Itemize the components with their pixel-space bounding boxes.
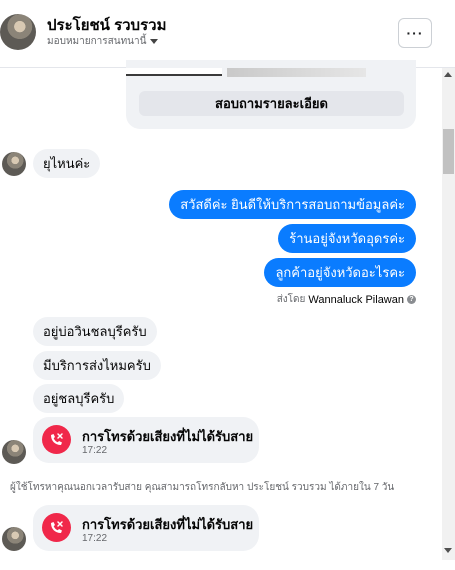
outgoing-message: ลูกค้าอยู่จังหวัดอะไรคะ [264,258,416,287]
missed-call-title: การโทรด้วยเสียงที่ไม่ได้รับสาย [82,517,254,532]
sender-name: Wannaluck Pilawan [308,293,404,306]
chevron-down-icon [150,39,159,44]
incoming-message: อยู่ชลบุรีครับ [33,384,125,413]
contact-avatar[interactable] [0,14,36,50]
sent-by-prefix: ส่งโดย [276,294,306,305]
outgoing-message: ร้านอยู่จังหวัดอุดรค่ะ [278,224,416,253]
assign-label: มอบหมายการสนทนานี้ [47,36,147,47]
product-card: สอบถามรายละเอียด [126,60,416,129]
contact-avatar [2,440,26,464]
ask-details-button[interactable]: สอบถามรายละเอียด [139,91,404,116]
missed-call-time: 17:22 [82,445,108,456]
outgoing-message: สวัสดีค่ะ ยินดีให้บริการสอบถามข้อมูลค่ะ [169,190,416,219]
incoming-message: มีบริการส่งไหมครับ [33,351,161,380]
assign-conversation-dropdown[interactable]: มอบหมายการสนทนานี้ [47,34,159,49]
incoming-message: ยุไหนค่ะ [33,149,101,178]
conversation-header: ประโยชน์ รวบรวม มอบหมายการสนทนานี้ ··· [0,0,455,68]
card-image [227,68,366,77]
scroll-down-icon[interactable] [444,548,452,553]
more-options-button[interactable]: ··· [398,18,432,48]
sent-by-label: ส่งโดย Wannaluck Pilawan ? [277,292,416,307]
missed-call-icon [42,513,71,542]
callback-notice: ผู้ใช้โทรหาคุณนอกเวลารับสาย คุณสามารถโทร… [10,482,395,493]
missed-call-time: 17:22 [82,533,108,544]
incoming-message: อยู่บ่อวินชลบุรีครับ [33,317,157,346]
missed-call-title: การโทรด้วยเสียงที่ไม่ได้รับสาย [82,429,254,444]
missed-call-card[interactable]: การโทรด้วยเสียงที่ไม่ได้รับสาย 17:22 [33,417,259,463]
missed-call-icon [42,425,71,454]
scrollbar-thumb[interactable] [443,129,454,174]
scroll-up-icon[interactable] [444,72,452,77]
contact-avatar [2,152,26,176]
card-image [126,68,222,76]
contact-avatar [2,527,26,551]
missed-call-card[interactable]: การโทรด้วยเสียงที่ไม่ได้รับสาย 17:22 [33,505,259,551]
help-icon[interactable]: ? [407,295,416,304]
